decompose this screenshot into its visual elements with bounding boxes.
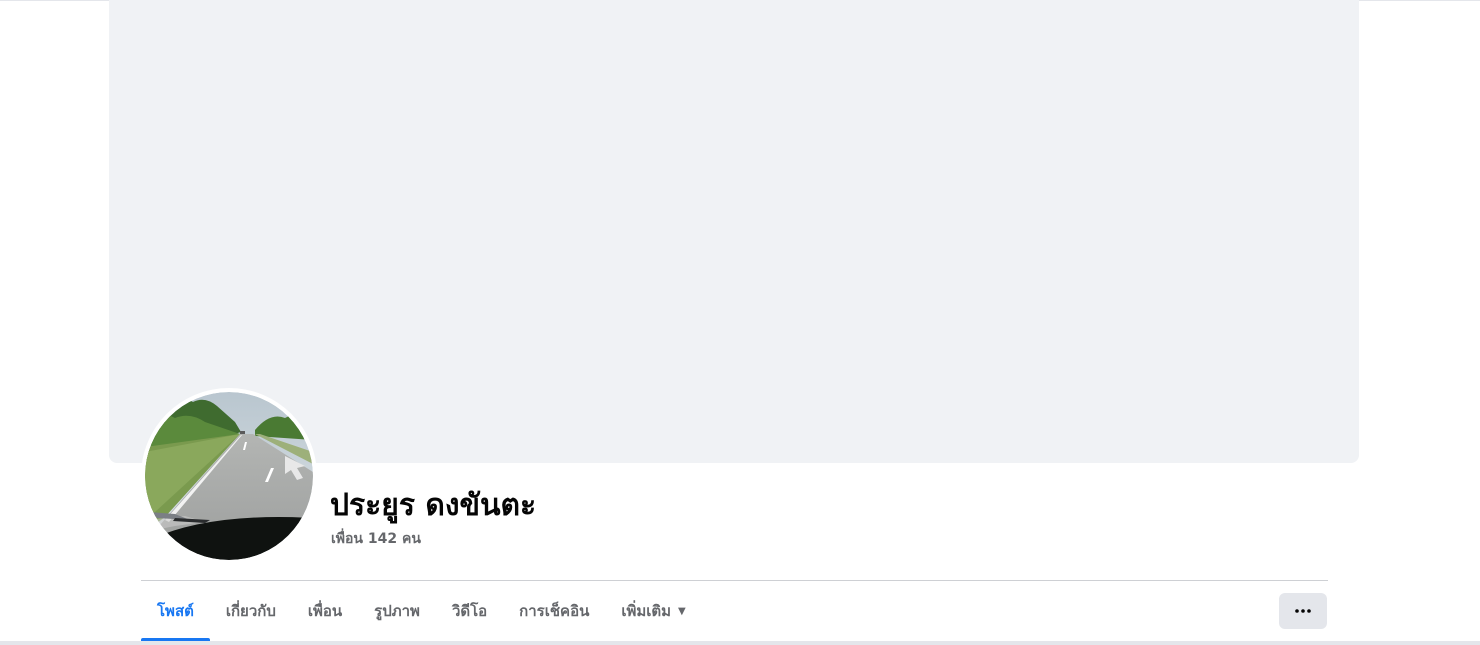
tab-label: เพิ่มเติม <box>621 602 672 620</box>
profile-name: ประยูร ดงขันตะ <box>330 488 537 523</box>
ellipsis-icon <box>1295 609 1311 613</box>
tab-label: โพสต์ <box>157 602 194 620</box>
tab-label: รูปภาพ <box>374 602 420 620</box>
tab-photos[interactable]: รูปภาพ <box>358 581 436 641</box>
avatar-road-photo <box>145 392 313 560</box>
tab-check-ins[interactable]: การเช็คอิน <box>503 581 605 641</box>
caret-down-icon: ▼ <box>678 605 686 617</box>
header-bottom-edge <box>0 641 1480 645</box>
profile-tabs: โพสต์ เกี่ยวกับ เพื่อน รูปภาพ วิดีโอ การ… <box>141 581 702 641</box>
friend-count-link[interactable]: เพื่อน 142 คน <box>331 529 421 549</box>
tab-label: เพื่อน <box>307 602 343 620</box>
profile-options-button[interactable] <box>1279 593 1327 629</box>
tab-label: วิดีโอ <box>451 602 488 620</box>
tab-label: การเช็คอิน <box>519 602 590 620</box>
tab-videos[interactable]: วิดีโอ <box>436 581 503 641</box>
tab-friends[interactable]: เพื่อน <box>292 581 358 641</box>
tab-posts[interactable]: โพสต์ <box>141 581 210 641</box>
profile-picture[interactable] <box>141 388 317 564</box>
cover-photo-area[interactable] <box>109 0 1359 463</box>
profile-page: ประยูร ดงขันตะ เพื่อน 142 คน โพสต์ เกี่ย… <box>0 0 1480 645</box>
tab-about[interactable]: เกี่ยวกับ <box>210 581 292 641</box>
tab-more[interactable]: เพิ่มเติม ▼ <box>605 581 701 641</box>
tab-label: เกี่ยวกับ <box>225 602 276 620</box>
